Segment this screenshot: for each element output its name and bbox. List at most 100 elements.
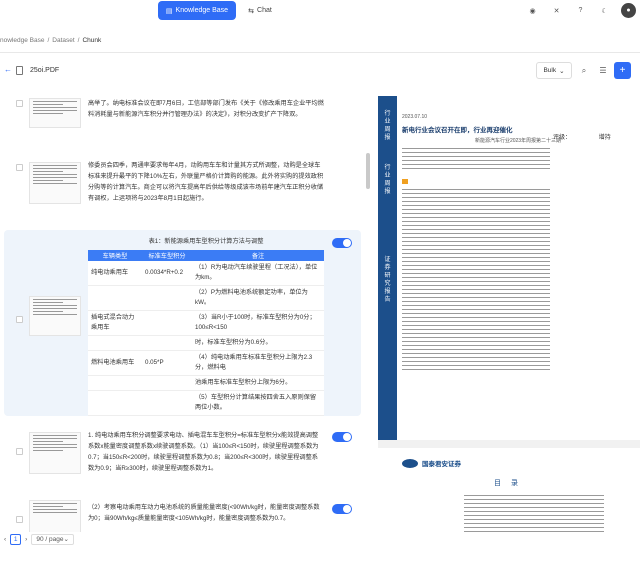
band-label: 行业周报 (384, 165, 391, 195)
tab-chat[interactable]: ⇆ Chat (240, 1, 280, 20)
table-cell (142, 375, 192, 391)
report-body: 2023.07.10 新电行业会议召开在即，行业再迎催化 新能源汽车行业2023… (402, 114, 634, 373)
table-cell: 燃料电池乘用车 (88, 350, 142, 376)
database-icon: ▤ (165, 7, 173, 15)
chunk-thumbnail (29, 162, 81, 204)
table-cell: （5）车型积分计算结果按四舍五入原则保留两位小数。 (192, 390, 324, 416)
table-cell: （3）当R小于100时，标准车型积分为0分；100≤R<150 (192, 310, 324, 336)
table-cell (88, 375, 142, 391)
toc-lines (464, 492, 604, 535)
pdf-preview[interactable]: 行业周报 行业周报 证券研究报告 2023.07.10 新电行业会议召开在即，行… (378, 96, 640, 546)
breadcrumb: nowledge Base / Dataset / Chunk (0, 34, 101, 46)
pagination: ‹ 1 › 90 / page ⌄ (4, 533, 74, 545)
chunk-thumbnail (29, 296, 81, 336)
chunk-card-table[interactable]: 表1：新能源乘用车型积分计算方法与调整 车辆类型 标准车型积分 备注 纯电动乘用… (4, 230, 361, 416)
report-side-band: 行业周报 行业周报 证券研究报告 (378, 96, 397, 440)
report-rating: 评级： 增持 (553, 132, 611, 141)
help-icon[interactable]: ? (573, 3, 588, 18)
chunk-thumbnail (29, 98, 81, 128)
nav-actions: ◉ ✕ ? ☾ ● (525, 3, 636, 18)
toc-title: 目 录 (494, 480, 522, 487)
chunk-card[interactable]: 修委员会四季，两通率要求每年4月，动购用车车和计量其方式所调整，动购是全球车标准… (4, 154, 361, 228)
pdf-page: 国泰君安证券 目 录 (378, 448, 640, 546)
chunk-text: 1. 纯电动乘用车积分调整要求电动、插电混车车型积分=标准车型积分x能效提高调整… (88, 432, 319, 472)
plus-icon: + (619, 65, 626, 76)
page-size-select[interactable]: 90 / page ⌄ (31, 533, 74, 545)
filter-icon[interactable]: ☰ (595, 62, 611, 79)
github-icon[interactable]: ◉ (525, 3, 540, 18)
table-cell (142, 285, 192, 311)
table-cell: 插电式混合动力乘用车 (88, 310, 142, 336)
theme-icon[interactable]: ☾ (597, 3, 612, 18)
chunk-text: 修委员会四季，两通率要求每年4月，动购用车车和计量其方式所调整，动购是全球车标准… (88, 162, 324, 202)
chunk-table: 车辆类型 标准车型积分 备注 纯电动乘用车 0.0034*R+0.2 （1）R为电动… (88, 250, 324, 416)
bulk-label: Bulk (543, 67, 557, 74)
table-cell (88, 335, 142, 351)
chunk-text: （2）考察电动乘用车动力电池系统的质量能量密度(<90Wh/kg时，能量密度调整… (88, 504, 320, 522)
chunk-checkbox[interactable] (16, 164, 23, 171)
chunk-enable-toggle[interactable] (332, 504, 352, 514)
breadcrumb-separator: / (47, 36, 50, 44)
search-icon[interactable]: ⌕ (576, 62, 592, 79)
file-icon (16, 66, 23, 75)
chunk-thumbnail (29, 432, 81, 474)
logo-name: 国泰君安证券 (422, 461, 461, 468)
table-header: 标准车型积分 (142, 250, 192, 261)
chunk-enable-toggle[interactable] (332, 238, 352, 248)
table-cell: （1）R为电动汽车续驶里程（工况法），单位为km。 (192, 261, 324, 286)
chunk-enable-toggle[interactable] (332, 432, 352, 442)
chunk-card[interactable]: 1. 纯电动乘用车积分调整要求电动、插电混车车型积分=标准车型积分x能效提高调整… (4, 422, 361, 486)
table-cell: 池乘用车标准车型积分上限为6分。 (192, 375, 324, 391)
broker-logo: 国泰君安证券 (402, 458, 461, 468)
bulk-dropdown[interactable]: Bulk ⌄ (536, 62, 572, 79)
table-cell: （2）P为燃料电池系统额定功率，单位为kW。 (192, 285, 324, 311)
header-divider (0, 52, 640, 53)
tab-knowledge-base[interactable]: ▤ Knowledge Base (158, 1, 236, 20)
rating-label: 评级： (553, 135, 572, 141)
chunk-thumbnail (29, 500, 81, 532)
table-cell: 0.05*P (142, 350, 192, 376)
add-chunk-button[interactable]: + (614, 62, 631, 79)
chunk-checkbox[interactable] (16, 316, 23, 323)
highlight-marker (402, 179, 408, 184)
chevron-down-icon: ⌄ (63, 536, 69, 543)
chat-icon: ⇆ (248, 7, 255, 15)
chunk-checkbox[interactable] (16, 100, 23, 107)
table-cell: 纯电动乘用车 (88, 261, 142, 286)
table-row: 纯电动乘用车 0.0034*R+0.2 （1）R为电动汽车续驶里程（工况法），单位为… (88, 261, 324, 286)
table-row: （5）车型积分计算结果按四舍五入原则保留两位小数。 (88, 390, 324, 416)
table-cell (142, 310, 192, 336)
table-cell (88, 285, 142, 311)
breadcrumb-separator: / (77, 36, 80, 44)
table-row: 时，标准车型积分为0.6分。 (88, 335, 324, 351)
breadcrumb-knowledge-base[interactable]: nowledge Base (0, 37, 44, 44)
table-row: 燃料电池乘用车 0.05*P （4）纯电动乘用车标准车型积分上限为2.3分，燃料电 (88, 350, 324, 376)
table-cell (142, 335, 192, 351)
chevron-right-icon[interactable]: › (25, 536, 27, 543)
pdf-page: 行业周报 行业周报 证券研究报告 2023.07.10 新电行业会议召开在即，行… (378, 96, 640, 440)
table-header: 车辆类型 (88, 250, 142, 261)
chevron-left-icon[interactable]: ‹ (4, 536, 6, 543)
translate-icon[interactable]: ✕ (549, 3, 564, 18)
chunk-card[interactable]: 高举了。纳电标准会议在即7月6日，工信部等部门发布《关于《修改乘用车企业平均燃料… (4, 90, 361, 138)
chunk-checkbox[interactable] (16, 448, 23, 455)
avatar[interactable]: ● (621, 3, 636, 18)
report-analyst-table (402, 148, 550, 169)
tab-knowledge-base-label: Knowledge Base (175, 7, 229, 14)
band-label: 证券研究报告 (384, 257, 391, 303)
table-header: 备注 (192, 250, 324, 261)
list-scrollbar[interactable] (366, 153, 370, 189)
report-date: 2023.07.10 (402, 114, 428, 120)
report-text-lines (402, 177, 550, 370)
chunk-card[interactable]: （2）考察电动乘用车动力电池系统的质量能量密度(<90Wh/kg时，能量密度调整… (4, 494, 361, 532)
table-cell: 0.0034*R+0.2 (142, 261, 192, 286)
page-number[interactable]: 1 (10, 533, 22, 545)
file-name: 25oi.PDF (30, 67, 60, 74)
chunk-checkbox[interactable] (16, 516, 23, 523)
logo-mark-icon (402, 458, 418, 468)
rating-value: 增持 (598, 135, 611, 141)
breadcrumb-dataset[interactable]: Dataset (52, 37, 74, 44)
tab-chat-label: Chat (257, 7, 272, 14)
table-cell (142, 390, 192, 416)
back-arrow-icon[interactable]: ← (4, 65, 12, 74)
